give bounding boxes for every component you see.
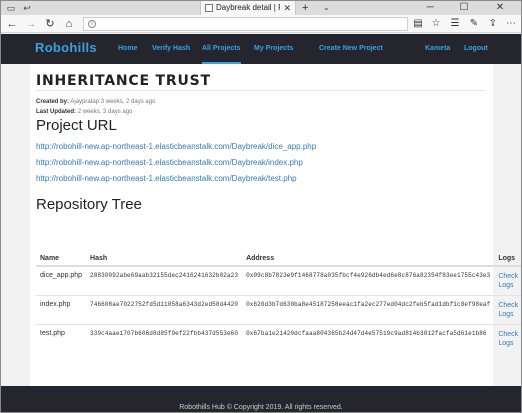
forward-icon[interactable]: → <box>24 17 38 31</box>
column-header-address: Address <box>242 251 495 267</box>
address-input[interactable] <box>100 19 400 30</box>
web-page: Robohills Home Verify Hash All Projects … <box>1 34 521 412</box>
nav-all-projects[interactable]: All Projects <box>202 34 241 64</box>
nav-home[interactable]: Home <box>118 34 137 64</box>
file-hash: 339c4aae1707b606d8d85f9ef22fbb437d553e60 <box>86 324 243 353</box>
file-name: dice_app.php <box>36 265 87 296</box>
nav-my-projects[interactable]: My Projects <box>254 34 293 64</box>
file-hash: 28830092abe69aab32155dec2416241632b02a23 <box>86 265 243 296</box>
created-label: Created by: <box>36 99 70 105</box>
tab-strip: ▭ ↩ Daybreak detail | Project ✕ + ⌄ ─ ☐ … <box>1 1 521 15</box>
created-by: Created by: Ajaypratap 3 weeks, 2 days a… <box>36 99 155 105</box>
project-url-link[interactable]: http://robohill-new.ap-northeast-1.elast… <box>36 174 297 183</box>
check-logs-link[interactable]: Check Logs <box>498 272 521 290</box>
main-content: INHERITANCE TRUST Created by: Ajaypratap… <box>30 64 521 386</box>
file-name: index.php <box>36 295 87 325</box>
table-row: index.php 746608ae7022752fd5d11858a6343d… <box>36 295 521 325</box>
column-header-name: Name <box>36 251 87 267</box>
favicon-icon <box>205 4 213 12</box>
table-row: dice_app.php 28830092abe69aab32155dec241… <box>36 265 521 296</box>
more-icon[interactable]: ⋯ <box>504 17 518 31</box>
project-url-link[interactable]: http://robohill-new.ap-northeast-1.elast… <box>36 158 303 167</box>
tab-preview-icon[interactable]: ▭ <box>5 2 17 14</box>
reading-view-icon[interactable]: ▤ <box>411 17 425 31</box>
updated-value: 2 weeks, 3 days ago <box>77 109 133 115</box>
favorite-star-icon[interactable]: ☆ <box>429 17 443 31</box>
new-tab-button[interactable]: + <box>302 1 308 15</box>
share-icon[interactable]: ⇪ <box>486 17 500 31</box>
refresh-icon[interactable]: ↻ <box>43 17 57 31</box>
nav-user[interactable]: Kameta <box>425 34 450 64</box>
close-window-button[interactable]: ✕ <box>487 1 513 15</box>
back-icon[interactable]: ← <box>5 17 19 31</box>
project-url-link[interactable]: http://robohill-new.ap-northeast-1.elast… <box>36 142 316 151</box>
file-address: 0x67ba1e21420dcfaaa804365b24d47d4e57519c… <box>242 324 495 353</box>
browser-toolbar: ← → ↻ ⌂ i ▤ ☆ ☰ ✎ ⇪ ⋯ <box>1 15 521 33</box>
created-value: Ajaypratap 3 weeks, 2 days ago <box>70 99 156 105</box>
tab-dropdown-icon[interactable]: ⌄ <box>323 1 330 15</box>
site-footer: Robothills Hub © Copyright 2019. All rig… <box>1 386 521 412</box>
repository-table: Name Hash Address Logs dice_app.php 2883… <box>36 251 521 353</box>
file-address: 0x620d3b7d630ba8e45187258eeac1fa2ec277ed… <box>242 295 495 325</box>
brand-logo[interactable]: Robohills <box>35 40 97 55</box>
address-bar[interactable]: i <box>83 17 408 31</box>
site-info-icon[interactable]: i <box>88 20 96 28</box>
file-name: test.php <box>36 324 87 353</box>
file-hash: 746608ae7022752fd5d11858a6343d2ed58d4420 <box>86 295 243 325</box>
favorites-hub-icon[interactable]: ☰ <box>448 17 462 31</box>
table-row: test.php 339c4aae1707b606d8d85f9ef22fbb4… <box>36 324 521 353</box>
browser-window: ▭ ↩ Daybreak detail | Project ✕ + ⌄ ─ ☐ … <box>0 0 522 413</box>
check-logs-link[interactable]: Check Logs <box>498 330 521 348</box>
home-icon[interactable]: ⌂ <box>62 17 76 31</box>
updated-label: Last Updated: <box>36 109 77 115</box>
file-address: 0x09c8b7823e9f1468778a035fbcf4e926db4ed6… <box>242 265 495 296</box>
browser-tab[interactable]: Daybreak detail | Project ✕ <box>200 1 296 15</box>
column-header-hash: Hash <box>86 251 243 267</box>
minimize-button[interactable]: ─ <box>417 1 443 15</box>
project-url-heading: Project URL <box>36 117 117 134</box>
page-title: INHERITANCE TRUST <box>36 73 211 89</box>
check-logs-link[interactable]: Check Logs <box>498 301 521 319</box>
divider <box>36 90 486 91</box>
maximize-button[interactable]: ☐ <box>451 1 477 15</box>
nav-verify-hash[interactable]: Verify Hash <box>152 34 190 64</box>
tab-title: Daybreak detail | Project <box>216 3 280 12</box>
footer-text: Robothills Hub © Copyright 2019. All rig… <box>179 404 343 411</box>
nav-logout[interactable]: Logout <box>464 34 488 64</box>
last-updated: Last Updated: 2 weeks, 3 days ago <box>36 109 132 115</box>
nav-create-project[interactable]: Create New Project <box>319 34 383 64</box>
site-navbar: Robohills Home Verify Hash All Projects … <box>1 34 521 64</box>
notes-pen-icon[interactable]: ✎ <box>467 17 481 31</box>
tab-close-icon[interactable]: ✕ <box>283 2 291 14</box>
column-header-logs: Logs <box>494 251 521 267</box>
tab-aside-icon[interactable]: ↩ <box>21 2 33 14</box>
repository-tree-heading: Repository Tree <box>36 196 142 213</box>
